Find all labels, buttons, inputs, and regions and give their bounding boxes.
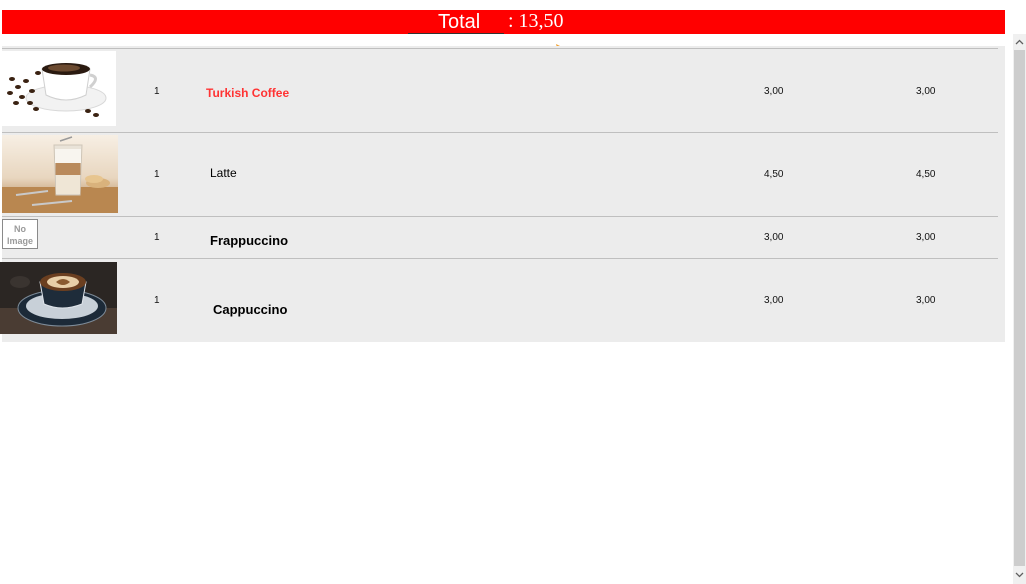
turkish-coffee-cup-image xyxy=(2,51,116,126)
product-name: Latte xyxy=(210,166,237,180)
row-divider xyxy=(2,48,998,49)
latte-glass-image xyxy=(2,135,118,213)
price-cell: 3,00 xyxy=(764,232,784,243)
amount-cell: 4,50 xyxy=(916,169,936,180)
quantity-cell: 1 xyxy=(154,169,160,180)
product-name: Cappuccino xyxy=(213,302,288,317)
row-divider xyxy=(2,258,998,259)
row-divider xyxy=(2,132,998,133)
total-bar: Total : 13,50 xyxy=(2,10,1005,34)
product-name: Frappuccino xyxy=(210,233,289,248)
order-row-turkish-coffee[interactable]: 1 Turkish Coffee 3,00 3,00 xyxy=(2,46,1005,132)
quantity-cell: 1 xyxy=(154,86,160,97)
quantity-cell: 1 xyxy=(154,295,160,306)
order-row-cappuccino[interactable]: 1 Cappuccino 3,00 3,00 xyxy=(0,258,1005,342)
amount-cell: 3,00 xyxy=(916,295,936,306)
total-underline xyxy=(408,33,504,34)
cappuccino-cup-image xyxy=(0,262,117,334)
total-value: : 13,50 xyxy=(508,10,564,32)
price-cell: 4,50 xyxy=(764,169,784,180)
total-label: Total xyxy=(438,11,481,33)
amount-cell: 3,00 xyxy=(916,86,936,97)
price-cell: 3,00 xyxy=(764,295,784,306)
order-row-frappuccino[interactable]: No Image 1 Frappuccino 3,00 3,00 xyxy=(2,216,1005,258)
row-divider xyxy=(2,216,998,217)
vertical-scrollbar[interactable] xyxy=(1013,34,1026,584)
order-list: 1 Turkish Coffee 3,00 3,00 1 Latte 4,50 … xyxy=(0,46,1005,342)
quantity-cell: 1 xyxy=(154,232,160,243)
no-image-placeholder: No Image xyxy=(2,219,38,249)
product-name: Turkish Coffee xyxy=(206,86,290,100)
chevron-down-icon[interactable] xyxy=(1013,568,1026,582)
scrollbar-thumb[interactable] xyxy=(1014,50,1025,566)
price-cell: 3,00 xyxy=(764,86,784,97)
amount-cell: 3,00 xyxy=(916,232,936,243)
chevron-up-icon[interactable] xyxy=(1013,35,1026,49)
order-row-latte[interactable]: 1 Latte 4,50 4,50 xyxy=(2,132,1005,216)
